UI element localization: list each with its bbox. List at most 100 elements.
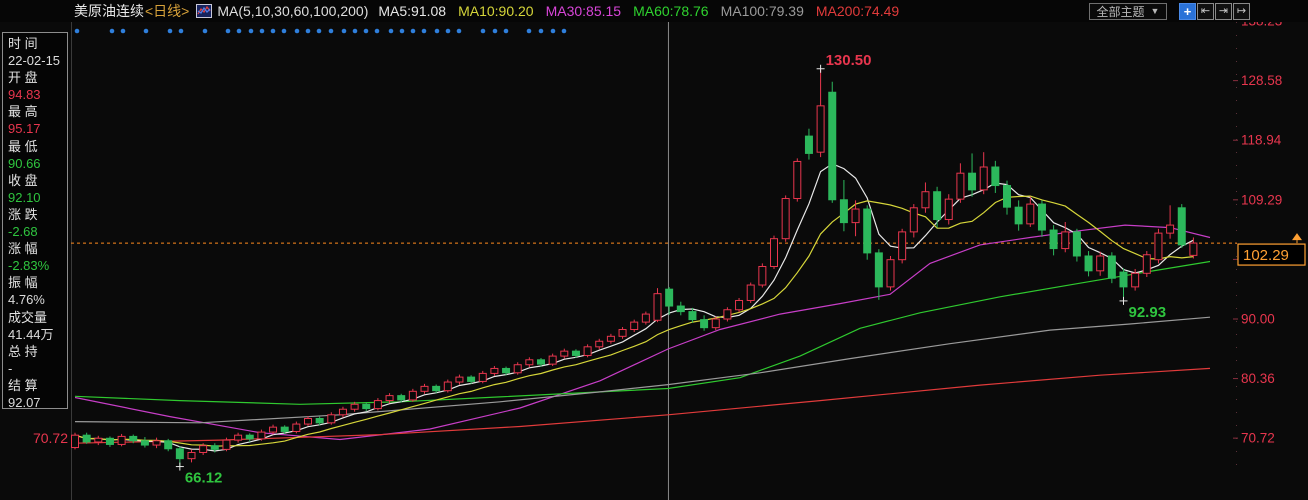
candle-body	[246, 435, 253, 439]
candle-body	[491, 368, 498, 373]
last-price-label: 102.29	[1243, 247, 1289, 264]
candle-body	[852, 209, 859, 223]
event-dot	[295, 29, 300, 34]
candle-body	[619, 330, 626, 337]
candle-body	[771, 239, 778, 267]
info-label: 涨 跌	[8, 206, 67, 223]
candle-body	[899, 232, 906, 260]
pan-tool-button[interactable]: +	[1179, 3, 1196, 20]
candle-body	[1120, 272, 1127, 287]
candle-body	[910, 208, 917, 232]
chart-canvas[interactable]: 138.23128.58118.94109.2999.6590.0080.367…	[0, 0, 1308, 500]
candle-body	[572, 351, 579, 355]
info-label: 涨 幅	[8, 240, 67, 257]
event-dot	[110, 29, 115, 34]
price-annotation: 130.50	[826, 52, 872, 69]
info-panel: 时 间22-02-15开 盘94.83最 高95.17最 低90.66收 盘92…	[2, 32, 68, 409]
candle-body	[141, 441, 148, 445]
candle-body	[386, 396, 393, 401]
event-dot	[249, 29, 254, 34]
candle-body	[83, 435, 90, 442]
candle-body	[561, 351, 568, 356]
chart-toolbar: 全部主题 ▼ +⇤⇥↦	[1089, 0, 1308, 22]
candle-body	[969, 173, 976, 190]
candle-body	[270, 427, 277, 432]
y-axis-label: 90.00	[1241, 312, 1275, 327]
candle-body	[805, 136, 812, 153]
candle-body	[1050, 230, 1057, 249]
shift-right-button[interactable]: ↦	[1233, 3, 1250, 20]
info-label: 最 低	[8, 138, 67, 155]
compress-left-button[interactable]: ⇤	[1197, 3, 1214, 20]
candle-body	[456, 377, 463, 382]
ma-line-MA200	[75, 368, 1210, 443]
period-label: <日线>	[145, 1, 189, 21]
candle-body	[258, 432, 265, 439]
info-value: 95.17	[8, 120, 67, 137]
candle-body	[316, 418, 323, 422]
candle-body	[305, 418, 312, 424]
event-dot	[527, 29, 532, 34]
candle-body	[584, 347, 591, 356]
candle-body	[1062, 232, 1069, 249]
candle-body	[934, 192, 941, 220]
candle-body	[188, 452, 195, 458]
event-dot	[400, 29, 405, 34]
candle-body	[1167, 225, 1174, 233]
candle-body	[421, 386, 428, 391]
candle-body	[106, 438, 113, 444]
candle-body	[1108, 256, 1115, 278]
ma-value-MA30: MA30:85.15	[546, 3, 622, 19]
candle-body	[677, 306, 684, 312]
candle-body	[118, 436, 125, 444]
compress-right-button[interactable]: ⇥	[1215, 3, 1232, 20]
candle-body	[1132, 273, 1139, 287]
y-axis-label: 118.94	[1241, 133, 1282, 148]
candle-body	[409, 391, 416, 400]
event-dot	[389, 29, 394, 34]
candle-body	[444, 382, 451, 391]
candle-body	[328, 415, 335, 423]
event-dot	[226, 29, 231, 34]
candle-body	[72, 435, 79, 447]
candle-body	[223, 440, 230, 449]
info-value: 22-02-15	[8, 52, 67, 69]
candle-body	[1155, 233, 1162, 260]
candle-body	[759, 266, 766, 285]
candle-body	[433, 386, 440, 390]
ma-line-MA60	[75, 262, 1210, 405]
event-dot	[435, 29, 440, 34]
y-axis-label: 128.58	[1241, 73, 1282, 88]
chevron-down-icon: ▼	[1151, 6, 1160, 16]
event-dot	[539, 29, 544, 34]
event-dot	[411, 29, 416, 34]
event-dot	[317, 29, 322, 34]
candle-body	[654, 294, 661, 321]
candle-body	[689, 312, 696, 320]
info-value: -2.83%	[8, 257, 67, 274]
event-dot	[353, 29, 358, 34]
candle-body	[957, 173, 964, 199]
candle-body	[980, 167, 987, 190]
event-dot	[168, 29, 173, 34]
info-label: 最 高	[8, 103, 67, 120]
info-label: 成交量	[8, 309, 67, 326]
candle-body	[165, 441, 172, 449]
candle-body	[1027, 204, 1034, 224]
event-dot	[493, 29, 498, 34]
candle-body	[176, 449, 183, 459]
candle-body	[701, 320, 708, 328]
event-dot	[504, 29, 509, 34]
theme-dropdown[interactable]: 全部主题 ▼	[1089, 3, 1167, 20]
event-dot	[271, 29, 276, 34]
candle-body	[468, 377, 475, 381]
info-value: 94.83	[8, 86, 67, 103]
y-axis-label: 109.29	[1241, 192, 1282, 207]
candle-body	[479, 373, 486, 381]
candle-body	[1143, 255, 1150, 274]
ma-value-MA10: MA10:90.20	[458, 3, 534, 19]
candle-body	[374, 401, 381, 409]
candle-body	[514, 365, 521, 373]
candle-body	[817, 106, 824, 152]
info-value: 41.44万	[8, 326, 67, 343]
